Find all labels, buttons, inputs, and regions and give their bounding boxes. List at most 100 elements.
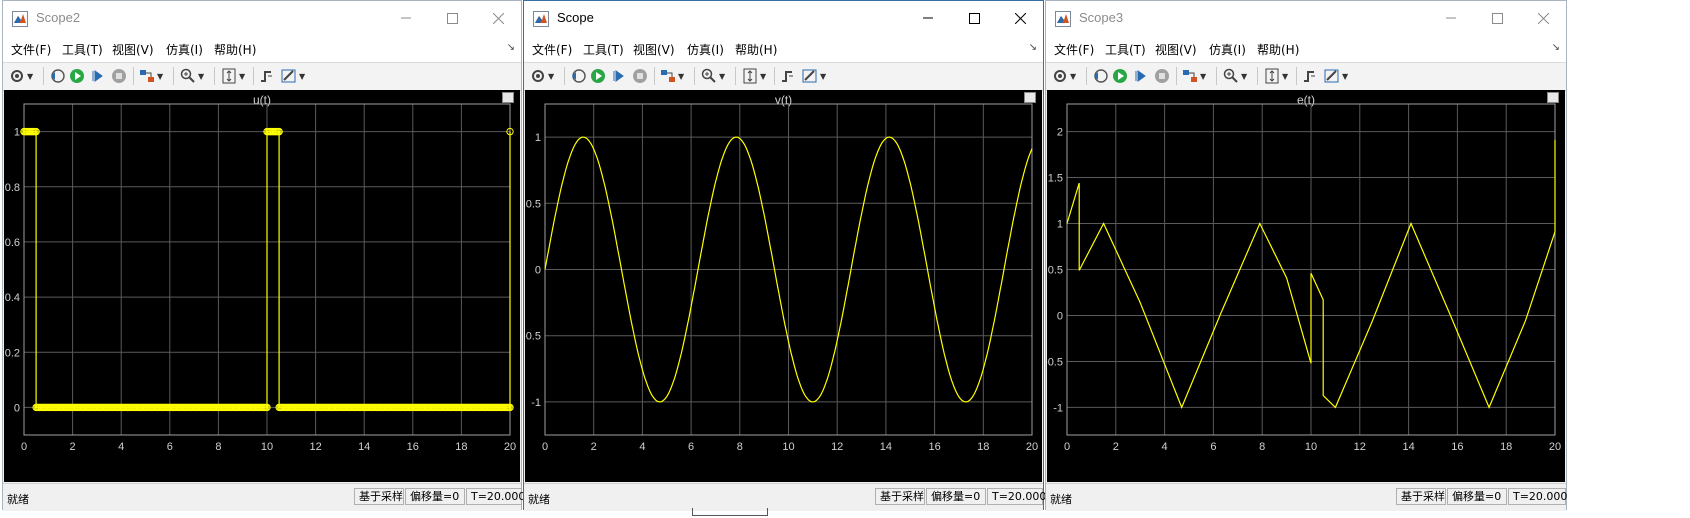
close-button[interactable] <box>1520 1 1566 35</box>
trigger-button[interactable] <box>780 67 796 85</box>
scope-window[interactable]: Scope 文件(F) 工具(T) 视图(V) 仿真(I) 帮助(H) ↘ ▼ ▼… <box>523 0 1046 511</box>
menu-tools[interactable]: 工具(T) <box>62 41 103 58</box>
data-cursor-button[interactable]: ▼ <box>1324 67 1348 85</box>
trigger-button[interactable] <box>1302 67 1318 85</box>
status-ready: 就绪 <box>7 493 29 506</box>
maximize-button[interactable] <box>429 1 475 35</box>
maximize-button[interactable] <box>951 1 997 35</box>
highlight-simulink-block-button[interactable]: ▼ <box>139 67 163 85</box>
autoscale-button[interactable]: ▼ <box>221 67 245 85</box>
chevron-down-icon[interactable]: ▼ <box>678 72 684 81</box>
settings-button[interactable]: ▼ <box>530 67 554 85</box>
window-title: Scope <box>557 10 594 25</box>
axes[interactable]: 0 2 4 6 8 10 12 14 16 18 20 0 0.2 0.4 0.6 0.8 1 <box>4 90 522 482</box>
chevron-down-icon[interactable]: ▼ <box>157 72 163 81</box>
menu-file[interactable]: 文件(F) <box>532 41 572 58</box>
chevron-down-icon[interactable]: ▼ <box>299 72 305 81</box>
menu-file[interactable]: 文件(F) <box>1054 41 1094 58</box>
scope-window[interactable]: Scope2 文件(F) 工具(T) 视图(V) 仿真(I) 帮助(H) ↘ ▼… <box>2 0 525 511</box>
menu-view[interactable]: 视图(V) <box>1155 41 1197 58</box>
trigger-button[interactable] <box>259 67 275 85</box>
step-back-button[interactable] <box>570 67 586 85</box>
x-tick-label: 8 <box>1259 441 1265 453</box>
chevron-down-icon[interactable]: ▼ <box>1342 72 1348 81</box>
close-button[interactable] <box>475 1 521 35</box>
axes[interactable]: 0 2 4 6 8 10 12 14 16 18 20 -1 -0.5 0 0.5 1 <box>525 90 1044 482</box>
y-tick-label: -0.5 <box>525 331 541 343</box>
chevron-down-icon[interactable]: ▼ <box>1070 72 1076 81</box>
menu-help[interactable]: 帮助(H) <box>1257 41 1299 58</box>
menu-tools[interactable]: 工具(T) <box>583 41 624 58</box>
zoom-in-button[interactable]: ▼ <box>180 67 204 85</box>
x-tick-label: 4 <box>1162 441 1168 453</box>
chevron-down-icon[interactable]: ▼ <box>719 72 725 81</box>
pin-icon[interactable]: ↘ <box>1552 42 1560 53</box>
status-bar: 就绪 基于采样 偏移量=0 T=20.000 <box>524 483 1046 511</box>
x-tick-label: 18 <box>977 441 989 453</box>
minimize-button[interactable] <box>1428 1 1474 35</box>
matlab-logo-icon <box>533 11 549 27</box>
stop-button[interactable] <box>632 67 648 85</box>
chevron-down-icon[interactable]: ▼ <box>27 72 33 81</box>
menu-view[interactable]: 视图(V) <box>112 41 154 58</box>
run-button[interactable] <box>1112 67 1128 85</box>
pin-icon[interactable]: ↘ <box>1029 42 1037 53</box>
plot-panel: v(t) 02468101214161820-1-0.500.51 <box>525 90 1042 482</box>
menu-simulation[interactable]: 仿真(I) <box>687 41 724 58</box>
close-button[interactable] <box>997 1 1043 35</box>
title-bar[interactable]: Scope2 <box>3 1 521 37</box>
chevron-down-icon[interactable]: ▼ <box>1200 72 1206 81</box>
chevron-down-icon[interactable]: ▼ <box>198 72 204 81</box>
toolbar-separator <box>564 67 565 85</box>
stop-button[interactable] <box>111 67 127 85</box>
autoscale-button[interactable]: ▼ <box>742 67 766 85</box>
run-button[interactable] <box>69 67 85 85</box>
title-bar[interactable]: Scope <box>524 1 1043 37</box>
y-tick-label: 0.5 <box>526 198 541 210</box>
menu-tools[interactable]: 工具(T) <box>1105 41 1146 58</box>
zoom-in-icon <box>1223 68 1238 83</box>
menu-file[interactable]: 文件(F) <box>11 41 51 58</box>
toolbar-separator <box>43 67 44 85</box>
chevron-down-icon[interactable]: ▼ <box>760 72 766 81</box>
axes[interactable]: 0 2 4 6 8 10 12 14 16 18 20 -1 -0.5 0 0.5 1 1.5 2 <box>1047 90 1567 482</box>
stop-button[interactable] <box>1154 67 1170 85</box>
highlight-simulink-block-button[interactable]: ▼ <box>1182 67 1206 85</box>
step-back-button[interactable] <box>49 67 65 85</box>
zoom-in-icon <box>701 68 716 83</box>
step-back-button[interactable] <box>1092 67 1108 85</box>
zoom-in-button[interactable]: ▼ <box>701 67 725 85</box>
settings-button[interactable]: ▼ <box>9 67 33 85</box>
settings-button[interactable]: ▼ <box>1052 67 1076 85</box>
step-forward-button[interactable] <box>1133 67 1149 85</box>
menu-bar: 文件(F) 工具(T) 视图(V) 仿真(I) 帮助(H) ↘ <box>3 37 521 62</box>
y-tick-label: 1 <box>1057 219 1063 231</box>
autoscale-button[interactable]: ▼ <box>1264 67 1288 85</box>
title-bar[interactable]: Scope3 <box>1046 1 1566 37</box>
step-back-icon <box>1094 69 1108 83</box>
menu-view[interactable]: 视图(V) <box>633 41 675 58</box>
menu-simulation[interactable]: 仿真(I) <box>166 41 203 58</box>
pin-icon[interactable]: ↘ <box>507 42 515 53</box>
minimize-button[interactable] <box>383 1 429 35</box>
maximize-button[interactable] <box>1474 1 1520 35</box>
chevron-down-icon[interactable]: ▼ <box>820 72 826 81</box>
minimize-button[interactable] <box>905 1 951 35</box>
menu-help[interactable]: 帮助(H) <box>214 41 256 58</box>
highlight-simulink-block-button[interactable]: ▼ <box>660 67 684 85</box>
data-cursor-button[interactable]: ▼ <box>281 67 305 85</box>
chevron-down-icon[interactable]: ▼ <box>548 72 554 81</box>
chevron-down-icon[interactable]: ▼ <box>239 72 245 81</box>
menu-simulation[interactable]: 仿真(I) <box>1209 41 1246 58</box>
toolbar: ▼ ▼ ▼ ▼ ▼ <box>3 62 521 91</box>
chevron-down-icon[interactable]: ▼ <box>1282 72 1288 81</box>
zoom-in-icon <box>180 68 195 83</box>
step-forward-button[interactable] <box>611 67 627 85</box>
zoom-in-button[interactable]: ▼ <box>1223 67 1247 85</box>
run-button[interactable] <box>590 67 606 85</box>
menu-help[interactable]: 帮助(H) <box>735 41 777 58</box>
data-cursor-button[interactable]: ▼ <box>802 67 826 85</box>
step-forward-button[interactable] <box>90 67 106 85</box>
scope-window[interactable]: Scope3 文件(F) 工具(T) 视图(V) 仿真(I) 帮助(H) ↘ ▼… <box>1045 0 1567 511</box>
chevron-down-icon[interactable]: ▼ <box>1241 72 1247 81</box>
